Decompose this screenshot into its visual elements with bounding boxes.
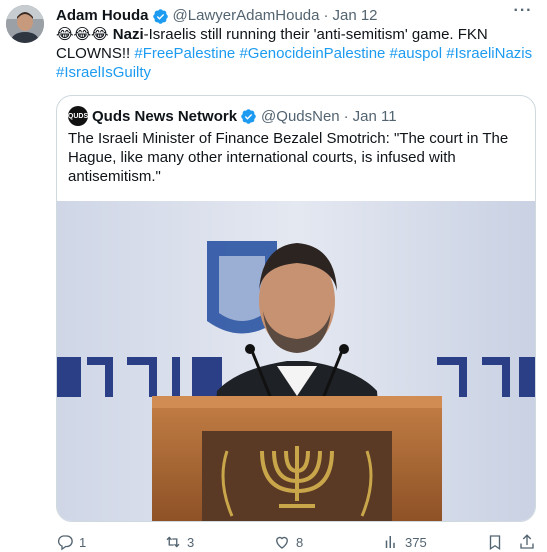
emoji-text: 😂😂😂: [56, 26, 109, 43]
verified-badge-icon: [240, 108, 257, 125]
quoted-text-line: The Israeli Minister of Finance Bezalel …: [68, 130, 509, 147]
quoted-header: QUDS Quds News Network @QudsNen · Jan 11: [68, 106, 397, 126]
tweet-text-line1: -Israelis still running their 'anti-semi…: [143, 26, 488, 43]
reply-icon: [57, 535, 73, 551]
bookmark-button[interactable]: [486, 532, 509, 552]
quoted-tweet[interactable]: QUDS Quds News Network @QudsNen · Jan 11…: [56, 95, 536, 522]
quoted-avatar[interactable]: QUDS: [68, 106, 88, 126]
tweet[interactable]: Adam Houda @LawyerAdamHouda · Jan 12 ···…: [0, 0, 547, 552]
share-icon: [520, 534, 534, 549]
action-bar: 1 3 8 375: [56, 532, 536, 552]
author-handle[interactable]: @LawyerAdamHouda: [173, 6, 320, 26]
hashtag-link[interactable]: #auspol: [390, 45, 443, 62]
like-button[interactable]: 8: [273, 532, 303, 552]
hashtag-link[interactable]: #GenocideinPalestine: [239, 45, 385, 62]
author-avatar[interactable]: [6, 5, 44, 43]
views-icon: [385, 536, 395, 548]
verified-badge-icon: [152, 8, 169, 25]
quoted-text: The Israeli Minister of Finance Bezalel …: [68, 129, 523, 186]
heart-icon: [276, 536, 288, 549]
like-count: 8: [296, 534, 304, 550]
bookmark-icon: [489, 535, 501, 551]
hashtag-link[interactable]: #IsraeliNazis: [446, 45, 532, 62]
reply-count: 1: [79, 534, 87, 550]
retweet-icon: [166, 536, 180, 548]
bold-word: Nazi: [112, 26, 144, 43]
tweet-header: Adam Houda @LawyerAdamHouda · Jan 12: [56, 6, 507, 26]
quoted-photo[interactable]: [57, 201, 535, 521]
reply-button[interactable]: 1: [56, 532, 86, 552]
separator-dot: ·: [343, 107, 349, 125]
share-button[interactable]: [518, 532, 541, 552]
tweet-text: 😂😂😂 Nazi-Israelis still running their 'a…: [56, 25, 532, 82]
hashtag-link[interactable]: #IsraelIsGuilty: [56, 64, 151, 81]
quoted-text-line: antisemitism.": [68, 168, 161, 185]
quoted-text-line: Hague, like many other international cou…: [68, 149, 456, 166]
views-count: 375: [405, 534, 427, 550]
tweet-text-line2: CLOWNS!!: [56, 45, 131, 62]
quoted-date[interactable]: Jan 11: [353, 108, 397, 125]
views-button[interactable]: 375: [382, 532, 427, 552]
hashtag-link[interactable]: #FreePalestine: [134, 45, 235, 62]
tweet-date[interactable]: Jan 12: [332, 6, 377, 26]
quoted-author-name[interactable]: Quds News Network: [92, 108, 237, 125]
separator-dot: ·: [323, 7, 329, 24]
retweet-button[interactable]: 3: [164, 532, 194, 552]
author-name[interactable]: Adam Houda: [56, 6, 149, 26]
more-icon[interactable]: ···: [511, 3, 535, 24]
retweet-count: 3: [187, 534, 195, 550]
quoted-author-handle[interactable]: @QudsNen: [261, 108, 340, 125]
